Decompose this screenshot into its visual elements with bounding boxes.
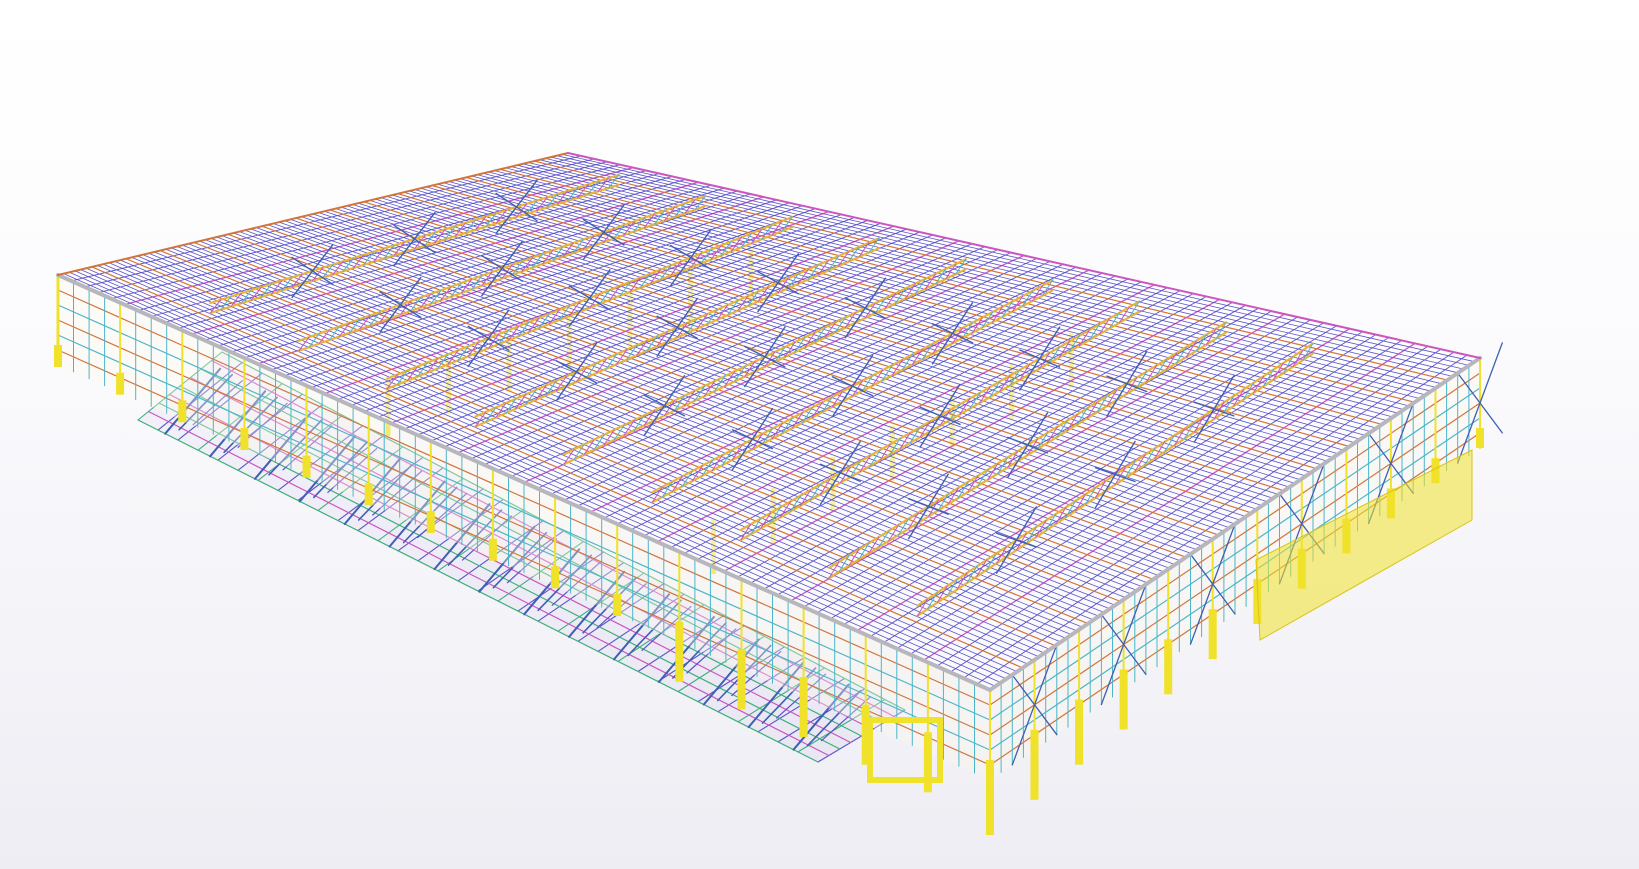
front-column (613, 594, 622, 616)
front-column (54, 345, 62, 367)
front-column (675, 621, 684, 682)
front-column (488, 538, 497, 561)
front-column (923, 732, 932, 793)
model-viewport[interactable] (0, 0, 1639, 869)
right-column (1208, 609, 1217, 660)
right-column (1075, 699, 1084, 765)
right-column (1476, 428, 1484, 448)
right-column (986, 760, 994, 835)
front-column (551, 566, 560, 589)
right-column (1164, 639, 1173, 695)
front-column (364, 483, 373, 506)
structural-model-view[interactable] (0, 0, 1639, 869)
front-column (799, 677, 808, 737)
right-column (1030, 729, 1039, 800)
front-column (426, 511, 435, 533)
front-column (240, 428, 249, 450)
front-column (737, 649, 746, 710)
front-column (116, 372, 125, 395)
front-column (302, 455, 311, 478)
front-column (178, 400, 187, 423)
right-column (1119, 669, 1128, 730)
